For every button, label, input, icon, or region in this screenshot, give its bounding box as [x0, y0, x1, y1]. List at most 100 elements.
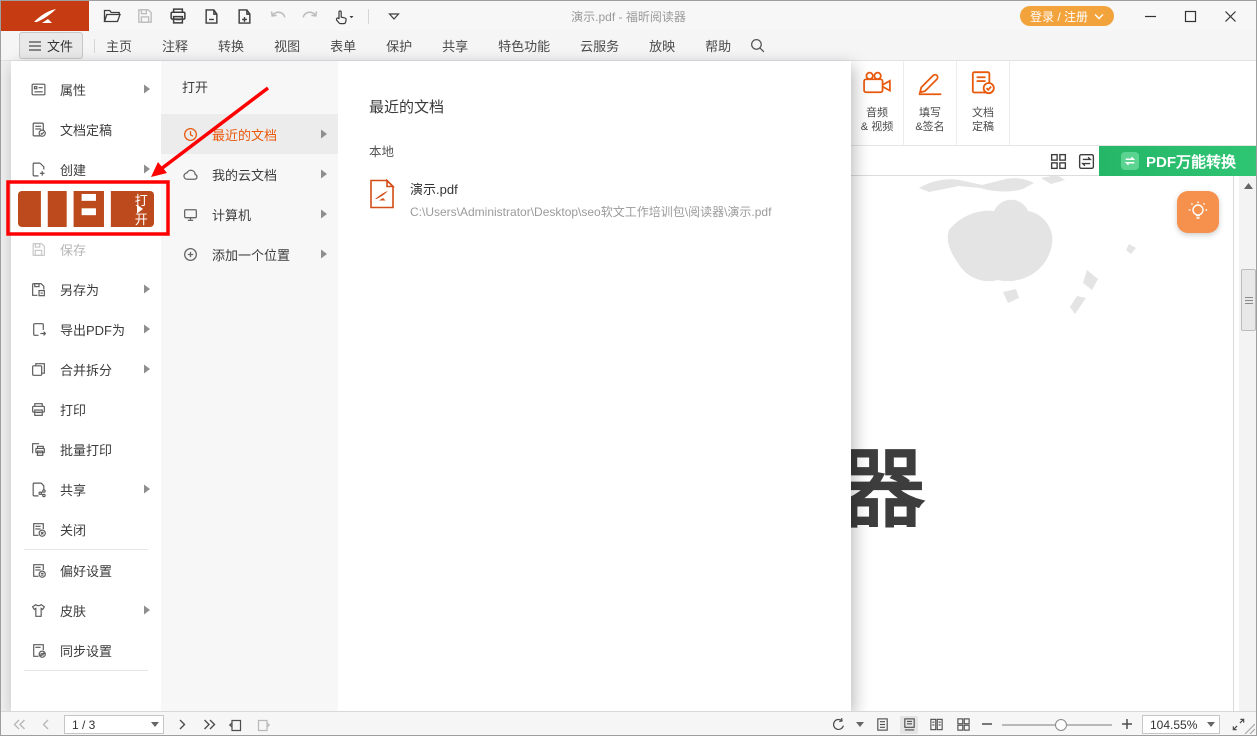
recent-file-item[interactable]: 演示.pdf C:\Users\Administrator\Desktop\se… [369, 179, 851, 220]
login-register-button[interactable]: 登录 / 注册 [1020, 6, 1114, 26]
open-item-computer[interactable]: 计算机 [161, 194, 338, 234]
menu-item-label: 共享 [60, 480, 86, 499]
open-item-recent-documents[interactable]: 最近的文档 [161, 114, 338, 154]
ribbon-group-label: 填写&签名 [915, 106, 944, 134]
zoom-slider-knob[interactable] [1055, 719, 1067, 731]
tab-help[interactable]: 帮助 [705, 36, 731, 55]
print-icon [30, 401, 47, 418]
search-icon[interactable] [749, 37, 766, 54]
menu-item-preferences[interactable]: 偏好设置 [11, 550, 161, 590]
new-document-icon[interactable] [233, 5, 255, 27]
recent-documents-panel: 最近的文档 本地 演示.pdf C:\Users\Administrator\D… [338, 61, 851, 711]
menu-item-print[interactable]: 打印 [11, 389, 161, 429]
menu-item-share[interactable]: 共享 [11, 469, 161, 509]
redo-icon [299, 5, 321, 27]
next-view-button[interactable] [254, 716, 272, 734]
clock-icon [182, 126, 199, 143]
tab-convert[interactable]: 转换 [218, 36, 244, 55]
view-thumbnails-button[interactable] [954, 716, 972, 734]
hand-tool-icon[interactable] [332, 5, 354, 27]
zoom-in-button[interactable] [1121, 717, 1133, 733]
file-menu-panel: 属性 文档定稿 创建 打开 保存 另 [11, 61, 851, 711]
menu-item-save-as[interactable]: 另存为 [11, 269, 161, 309]
undo-icon [266, 5, 288, 27]
scroll-up-arrow-icon[interactable] [1239, 178, 1257, 194]
zoom-slider[interactable] [1002, 716, 1112, 734]
page-number-box[interactable]: 1 / 3 [64, 715, 164, 734]
last-page-button[interactable] [200, 716, 218, 734]
foxit-logo[interactable] [1, 1, 89, 31]
export-pdf-icon [30, 321, 47, 338]
page-indicator: 1 / 3 [72, 718, 95, 732]
menu-item-open-selected[interactable]: 打开 [18, 191, 154, 227]
quick-access-toolbar [101, 1, 405, 31]
zoom-level-box[interactable]: 104.55% [1142, 715, 1220, 734]
file-menu-label: 文件 [47, 36, 73, 55]
view-single-page-button[interactable] [873, 716, 891, 734]
menu-item-close[interactable]: 关闭 [11, 509, 161, 549]
properties-icon [30, 81, 47, 98]
close-button[interactable] [1210, 1, 1250, 31]
tips-lightbulb-button[interactable] [1177, 191, 1219, 233]
foxit-fox-icon [32, 7, 58, 25]
previous-view-button[interactable] [227, 716, 245, 734]
preferences-icon [30, 562, 47, 579]
menu-item-export-pdf[interactable]: 导出PDF为 [11, 309, 161, 349]
vertical-scrollbar[interactable] [1239, 176, 1257, 711]
recent-documents-title: 最近的文档 [369, 96, 851, 117]
menu-item-skin[interactable]: 皮肤 [11, 590, 161, 630]
menu-item-batch-print[interactable]: 批量打印 [11, 429, 161, 469]
menu-item-properties[interactable]: 属性 [11, 69, 161, 109]
rotate-view-button[interactable] [829, 716, 847, 734]
print-icon[interactable] [167, 5, 189, 27]
minimize-button[interactable] [1130, 1, 1170, 31]
menu-item-doc-finalize[interactable]: 文档定稿 [11, 109, 161, 149]
zoom-dropdown-caret-icon [1207, 722, 1215, 727]
hamburger-icon [29, 41, 41, 51]
thumbnail-grid-icon[interactable] [1049, 152, 1068, 171]
window-resize-grip[interactable] [1241, 720, 1255, 734]
tab-comment[interactable]: 注释 [162, 36, 188, 55]
tab-share[interactable]: 共享 [442, 36, 468, 55]
next-page-button[interactable] [173, 716, 191, 734]
previous-page-button[interactable] [37, 716, 55, 734]
customize-toolbar-chevron-icon[interactable] [383, 5, 405, 27]
merge-split-icon [30, 361, 47, 378]
menu-bar: 文件 主页 注释 转换 视图 表单 保护 共享 特色功能 云服务 放映 帮助 [1, 31, 1256, 61]
tab-home[interactable]: 主页 [106, 36, 132, 55]
save-icon [30, 241, 47, 258]
tab-cloud[interactable]: 云服务 [580, 36, 619, 55]
file-menu-button[interactable]: 文件 [19, 32, 83, 59]
first-page-button[interactable] [10, 716, 28, 734]
rotate-dropdown-caret-icon[interactable] [856, 722, 864, 727]
tab-present[interactable]: 放映 [649, 36, 675, 55]
open-item-add-location[interactable]: 添加一个位置 [161, 234, 338, 274]
open-file-icon[interactable] [101, 5, 123, 27]
view-continuous-button[interactable] [900, 716, 918, 734]
zoom-out-button[interactable] [981, 717, 993, 733]
ribbon-group-label: 文档定稿 [972, 106, 994, 134]
status-bar: 1 / 3 [1, 711, 1256, 736]
submenu-arrow-icon [144, 325, 150, 334]
pencil-icon [915, 70, 945, 101]
tab-protect[interactable]: 保护 [386, 36, 412, 55]
view-facing-button[interactable] [927, 716, 945, 734]
scrollbar-thumb[interactable] [1241, 269, 1256, 331]
page-organize-icon[interactable] [200, 5, 222, 27]
maximize-button[interactable] [1170, 1, 1210, 31]
menu-item-label: 批量打印 [60, 440, 112, 459]
recent-file-name: 演示.pdf [410, 179, 771, 198]
menu-item-sync-settings[interactable]: 同步设置 [11, 630, 161, 670]
ribbon-fill-sign-button[interactable]: 填写&签名 [904, 61, 957, 146]
menu-item-label: 另存为 [60, 280, 99, 299]
tab-features[interactable]: 特色功能 [498, 36, 550, 55]
pdf-convert-button[interactable]: PDF万能转换 [1099, 146, 1257, 176]
app-window: 演示.pdf - 福昕阅读器 登录 / 注册 文件 主页 注释 转换 [0, 0, 1257, 736]
ribbon-audio-video-button[interactable]: 音频& 视频 [851, 61, 904, 146]
tab-form[interactable]: 表单 [330, 36, 356, 55]
menu-item-merge-split[interactable]: 合并拆分 [11, 349, 161, 389]
ribbon-doc-finalize-button[interactable]: 文档定稿 [957, 61, 1010, 146]
tab-view[interactable]: 视图 [274, 36, 300, 55]
swap-page-icon[interactable] [1077, 152, 1096, 171]
open-item-cloud-documents[interactable]: 我的云文档 [161, 154, 338, 194]
